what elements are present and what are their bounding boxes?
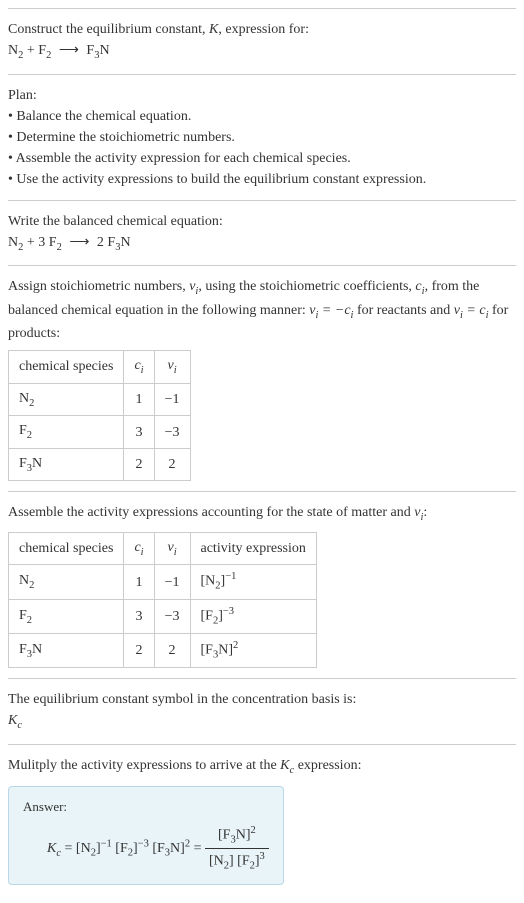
nu-cell: −1 [154,383,190,416]
stoich-heading: Assign stoichiometric numbers, νi, using… [8,276,516,344]
unbalanced-equation: N2 + F2 ⟶ F3N [8,40,516,64]
kc-inline: Kc [280,758,294,773]
balanced-heading: Write the balanced chemical equation: [8,211,516,232]
nu-i-symbol: νi [189,279,198,294]
c-cell: 2 [124,448,154,481]
nu-cell: −3 [154,416,190,449]
nu-eq-neg-c: νi = −ci [309,303,353,318]
plan-item: Use the activity expressions to build th… [8,169,516,190]
activity-section: Assemble the activity expressions accoun… [8,491,516,678]
activity-table: chemical species ci νi activity expressi… [8,532,317,668]
activity-cell: [F3N]2 [190,633,316,667]
table-row: N2 1 −1 [9,383,191,416]
c-cell: 2 [124,633,154,667]
c-cell: 1 [124,383,154,416]
c-cell: 3 [124,416,154,449]
species-cell: F2 [9,599,124,633]
kc-symbol-section: The equilibrium constant symbol in the c… [8,678,516,744]
nu-cell: 2 [154,633,190,667]
species-cell: F3N [9,633,124,667]
nu-cell: −3 [154,599,190,633]
answer-label: Answer: [23,797,269,817]
table-header: νi [154,351,190,384]
table-header-row: chemical species ci νi activity expressi… [9,532,317,565]
title-text: Construct the equilibrium constant, K, e… [8,19,516,40]
table-row: F3N 2 2 [F3N]2 [9,633,317,667]
table-header: activity expression [190,532,316,565]
activity-heading: Assemble the activity expressions accoun… [8,502,516,526]
c-i-symbol: ci [415,279,424,294]
table-header: ci [124,532,154,565]
plan-item: Balance the chemical equation. [8,106,516,127]
plan-heading: Plan: [8,85,516,106]
nu-cell: −1 [154,565,190,599]
activity-cell: [N2]−1 [190,565,316,599]
table-header: chemical species [9,532,124,565]
final-formula: Kc = [N2]−1 [F2]−3 [F3N]2 = [F3N]2 [N2] … [23,823,269,874]
table-row: F2 3 −3 [F2]−3 [9,599,317,633]
answer-box: Answer: Kc = [N2]−1 [F2]−3 [F3N]2 = [F3N… [8,786,284,885]
kc-symbol: Kc [8,710,516,734]
kc-symbol-heading: The equilibrium constant symbol in the c… [8,689,516,710]
stoich-section: Assign stoichiometric numbers, νi, using… [8,265,516,491]
species-cell: N2 [9,565,124,599]
c-cell: 3 [124,599,154,633]
table-header: chemical species [9,351,124,384]
plan-item: Determine the stoichiometric numbers. [8,127,516,148]
table-row: F2 3 −3 [9,416,191,449]
balanced-equation: N2 + 3 F2 ⟶ 2 F3N [8,232,516,256]
table-row: N2 1 −1 [N2]−1 [9,565,317,599]
nu-eq-c: νi = ci [454,303,489,318]
species-cell: N2 [9,383,124,416]
plan-item: Assemble the activity expression for eac… [8,148,516,169]
species-cell: F3N [9,448,124,481]
balanced-section: Write the balanced chemical equation: N2… [8,200,516,266]
table-header: νi [154,532,190,565]
multiply-heading: Mulitply the activity expressions to arr… [8,755,516,779]
species-cell: F2 [9,416,124,449]
title-section: Construct the equilibrium constant, K, e… [8,8,516,74]
table-row: F3N 2 2 [9,448,191,481]
c-cell: 1 [124,565,154,599]
multiply-section: Mulitply the activity expressions to arr… [8,744,516,895]
stoich-table: chemical species ci νi N2 1 −1 F2 3 −3 F… [8,350,191,481]
table-header-row: chemical species ci νi [9,351,191,384]
plan-section: Plan: Balance the chemical equation. Det… [8,74,516,200]
activity-cell: [F2]−3 [190,599,316,633]
plan-list: Balance the chemical equation. Determine… [8,106,516,190]
nu-cell: 2 [154,448,190,481]
table-header: ci [124,351,154,384]
